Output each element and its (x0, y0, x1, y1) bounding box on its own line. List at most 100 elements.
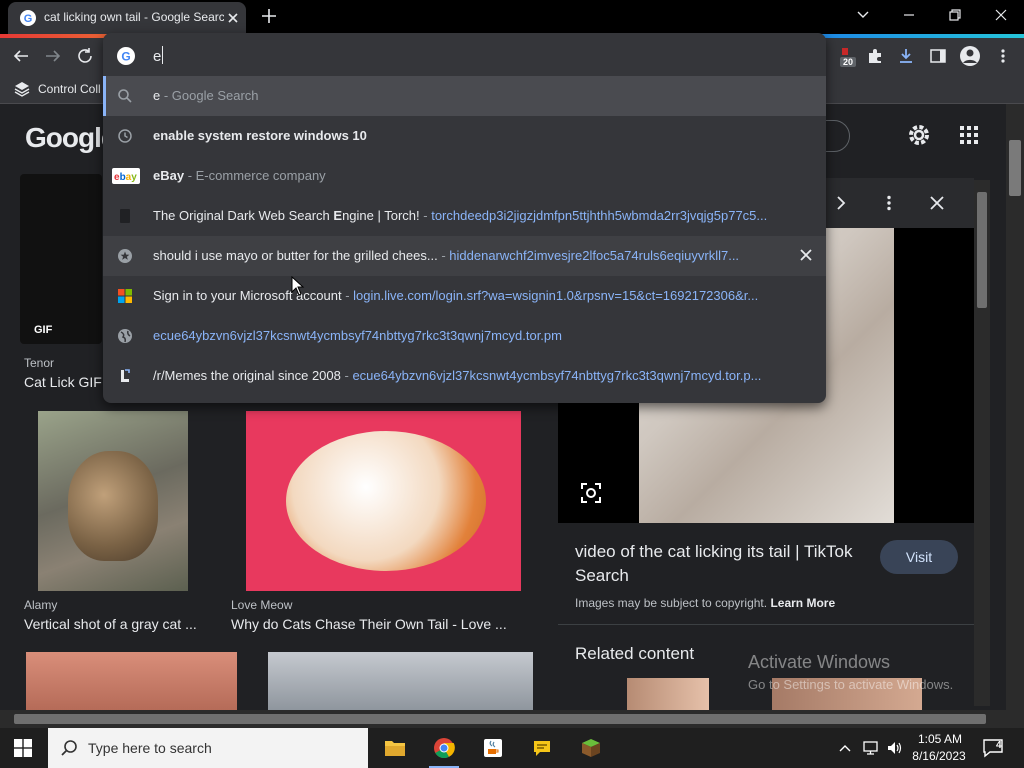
result-image-gray-cat[interactable] (38, 411, 188, 591)
suggestion-row[interactable]: The Original Dark Web Search Engine | To… (103, 196, 826, 236)
suggestion-text: should i use mayo or butter for the gril… (153, 248, 740, 263)
suggestion-row[interactable]: Sign in to your Microsoft account - logi… (103, 276, 826, 316)
result-image-sleeping-cat[interactable] (246, 411, 521, 591)
chrome-window: G cat licking own tail - Google Search 2… (0, 0, 1024, 768)
suggestion-text: enable system restore windows 10 (153, 128, 367, 143)
taskbar-minecraft[interactable] (568, 728, 614, 768)
history-clock-icon (117, 128, 133, 144)
new-tab-plus-icon[interactable] (260, 7, 278, 25)
gif-badge: GIF (34, 324, 53, 336)
suggestion-row[interactable]: enable system restore windows 10 (103, 116, 826, 156)
bookmark-l-icon (117, 368, 133, 384)
scroll-thumb[interactable] (14, 714, 986, 724)
file-explorer-icon (384, 738, 406, 758)
chat-icon (531, 737, 553, 759)
ublock-extension-icon[interactable]: 20 (834, 46, 856, 68)
apps-grid-icon[interactable] (958, 124, 980, 146)
result-source-alamy: Alamy (24, 598, 58, 612)
suggestion-row[interactable]: ecue64ybzvn6vjzl37kcsnwt4ycmbsyf74nbttyg… (103, 316, 826, 356)
result-image-cat-3[interactable] (26, 652, 237, 710)
suggestion-text: eBay - E-commerce company (153, 168, 326, 183)
text-caret (162, 46, 163, 64)
tab-close-icon[interactable] (224, 9, 242, 27)
close-icon[interactable] (994, 8, 1008, 22)
suggestion-row[interactable]: /r/Memes the original since 2008 - ecue6… (103, 356, 826, 396)
tab-strip: G cat licking own tail - Google Search (0, 0, 1024, 34)
clock-date[interactable]: 8/16/2023 (908, 749, 970, 763)
google-g-icon: G (20, 10, 36, 26)
tray-chevron-up-icon[interactable] (838, 741, 852, 755)
profile-avatar-icon[interactable] (959, 45, 981, 67)
google-g-icon: G (117, 47, 135, 65)
tab-title: cat licking own tail - Google Search (44, 10, 224, 24)
windows-start-icon[interactable] (14, 739, 32, 757)
visit-button[interactable]: Visit (880, 540, 958, 574)
taskbar-chrome[interactable] (421, 728, 467, 768)
control-collection-icon (14, 81, 30, 97)
back-arrow-icon[interactable] (12, 47, 30, 65)
star-icon (117, 248, 133, 264)
page-vertical-scrollbar[interactable] (1006, 104, 1024, 710)
related-image-1[interactable] (627, 678, 709, 710)
volume-icon[interactable] (886, 740, 904, 756)
scroll-thumb[interactable] (1009, 140, 1021, 196)
suggestion-row[interactable]: ebay eBay - E-commerce company (103, 156, 826, 196)
result-title-love-meow[interactable]: Why do Cats Chase Their Own Tail - Love … (231, 616, 507, 632)
remove-suggestion-icon[interactable] (799, 248, 813, 262)
maximize-icon[interactable] (948, 8, 962, 22)
omnibox-dropdown: G e - Google Search enable system restor… (103, 33, 826, 403)
tab-active[interactable]: G cat licking own tail - Google Search (8, 2, 246, 34)
chrome-icon (433, 737, 455, 759)
preview-vertical-scrollbar[interactable] (974, 180, 990, 706)
suggestion-row[interactable]: should i use mayo or butter for the gril… (103, 236, 826, 276)
extensions-puzzle-icon[interactable] (866, 47, 884, 65)
minimize-icon[interactable] (902, 8, 916, 22)
chevron-right-icon[interactable] (832, 194, 850, 212)
more-vert-icon[interactable] (880, 194, 898, 212)
minecraft-icon (580, 737, 602, 759)
google-logo[interactable]: Google (25, 122, 116, 154)
gear-icon[interactable] (906, 122, 932, 148)
taskbar-file-explorer[interactable] (372, 728, 418, 768)
search-icon (117, 88, 133, 104)
result-title-alamy[interactable]: Vertical shot of a gray cat ... (24, 616, 197, 632)
result-image-cat-4[interactable] (268, 652, 533, 710)
result-title-tenor[interactable]: Cat Lick GIF (24, 374, 102, 390)
activation-watermark-subtitle: Go to Settings to activate Windows. (748, 677, 954, 692)
forward-arrow-icon[interactable] (44, 47, 62, 65)
taskbar-chat[interactable] (519, 728, 565, 768)
ebay-logo-icon: ebay (112, 168, 140, 184)
taskbar-java[interactable] (470, 728, 516, 768)
lens-search-icon[interactable] (580, 482, 602, 504)
suggestion-text: e - Google Search (153, 88, 259, 103)
result-image-gif[interactable] (20, 174, 102, 344)
related-content-heading: Related content (575, 644, 695, 663)
suggestion-row[interactable]: e - Google Search (103, 76, 826, 116)
omnibox-input[interactable] (153, 45, 793, 67)
preview-close-icon[interactable] (928, 194, 946, 212)
preview-title[interactable]: video of the cat licking its tail | TikT… (575, 540, 865, 588)
svg-text:ebay: ebay (114, 172, 137, 183)
microsoft-logo-icon (117, 288, 133, 304)
copyright-text: Images may be subject to copyright. (575, 596, 768, 610)
java-icon (482, 737, 504, 759)
learn-more-link[interactable]: Learn More (770, 596, 835, 610)
download-icon[interactable] (897, 47, 915, 65)
side-panel-icon[interactable] (929, 47, 947, 65)
taskbar-search-box[interactable]: Type here to search (48, 728, 368, 768)
taskbar-search-placeholder: Type here to search (88, 740, 212, 756)
horizontal-scrollbar[interactable] (0, 710, 1024, 728)
scroll-thumb[interactable] (977, 192, 987, 308)
globe-icon (117, 328, 133, 344)
menu-kebab-icon[interactable] (994, 47, 1012, 65)
search-icon (60, 739, 78, 757)
bookmark-item-label[interactable]: Control Coll (38, 82, 101, 96)
suggestion-text: /r/Memes the original since 2008 - ecue6… (153, 368, 762, 383)
chevron-down-icon[interactable] (856, 8, 870, 22)
reload-icon[interactable] (76, 47, 94, 65)
clock-time[interactable]: 1:05 AM (912, 732, 968, 746)
result-source-love-meow: Love Meow (231, 598, 293, 612)
network-icon[interactable] (862, 740, 880, 756)
suggestion-text: ecue64ybzvn6vjzl37kcsnwt4ycmbsyf74nbttyg… (153, 328, 562, 343)
mouse-cursor-icon (291, 276, 305, 296)
